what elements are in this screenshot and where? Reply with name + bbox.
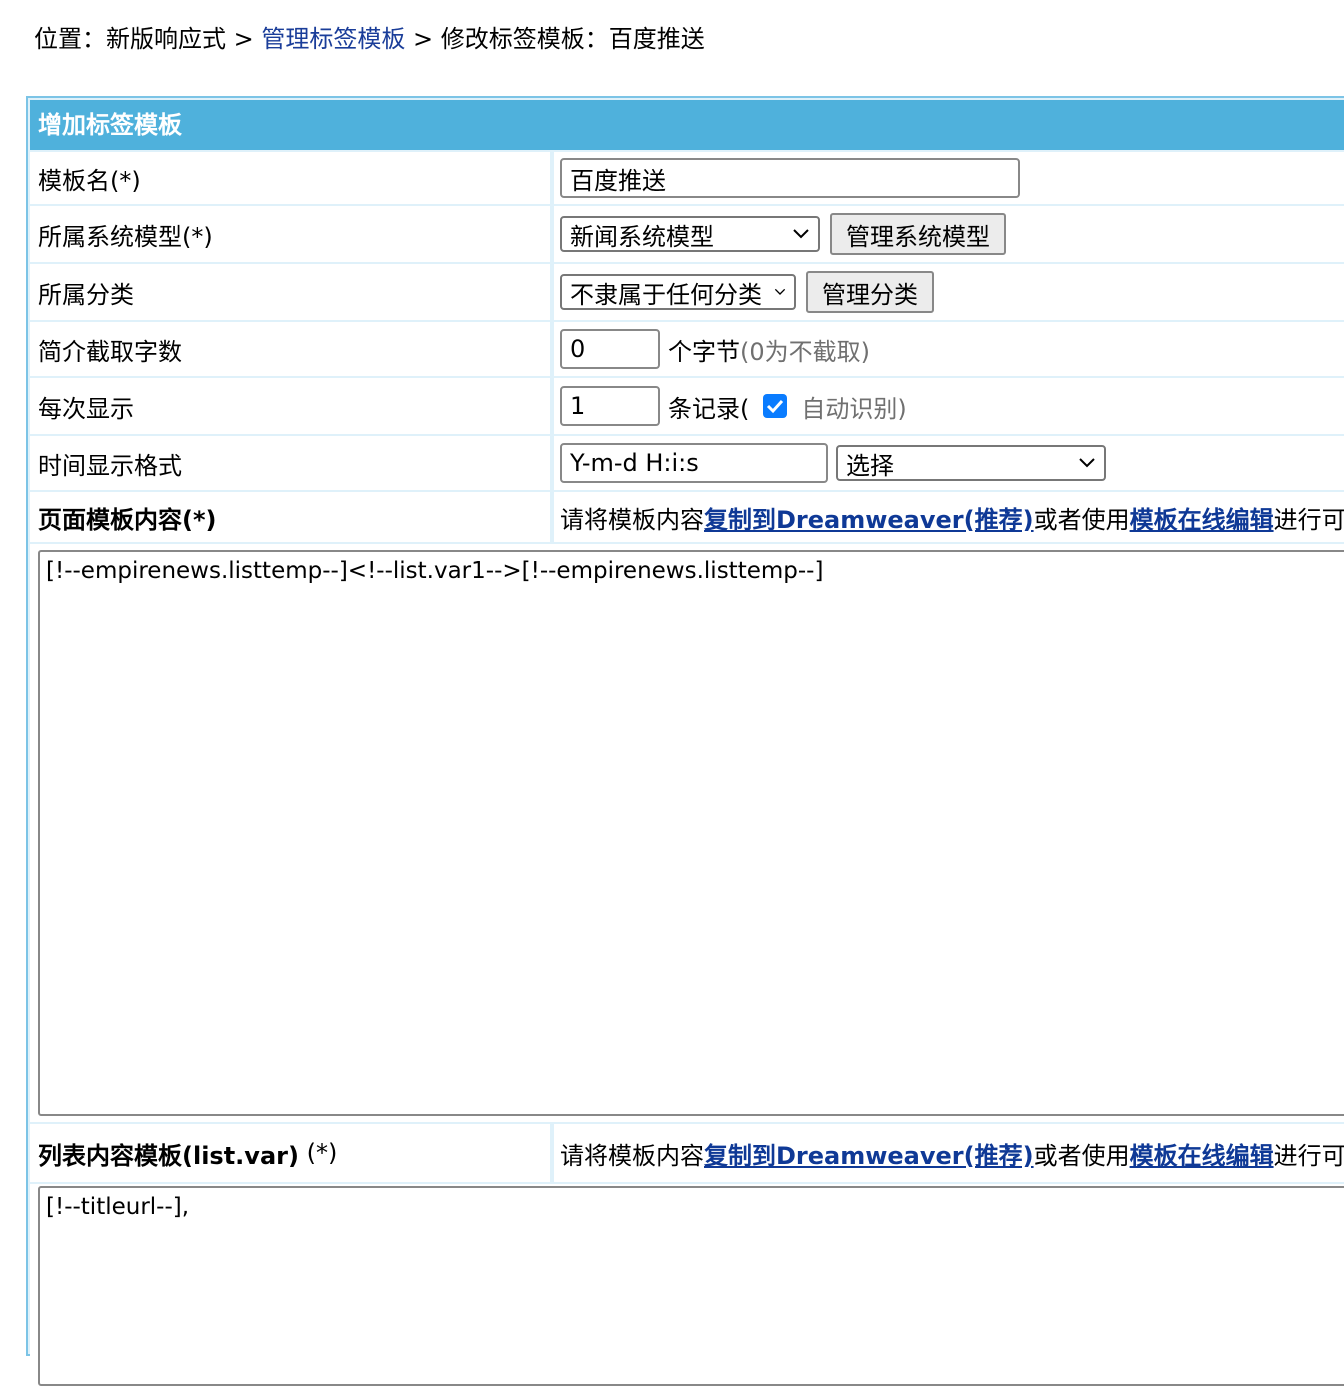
list-template-required: (*) — [298, 1139, 338, 1167]
list-template-area-row: [!--titleurl--], — [30, 1184, 1344, 1386]
row-page-template: 页面模板内容(*) 请将模板内容 复制到Dreamweaver(推荐) 或者使用 模板… — [30, 492, 1344, 542]
copy-to-dreamweaver-link[interactable]: 复制到Dreamweaver(推荐) — [704, 1136, 1034, 1171]
category-selected: 不隶属于任何分类 — [570, 280, 762, 309]
breadcrumb-separator: > — [233, 25, 254, 53]
chevron-down-icon — [793, 229, 809, 239]
row-summary-length: 简介截取字数 个字节(0为不截取) — [30, 322, 1344, 376]
hint-text: 进行可视 — [1273, 505, 1344, 534]
list-template-hint: 请将模板内容复制到Dreamweaver(推荐)或者使用模板在线编辑进行可视 — [554, 1124, 1344, 1182]
per-display-input[interactable] — [560, 386, 660, 426]
system-model-label: 所属系统模型(*) — [30, 206, 550, 262]
per-display-cell: 条记录( 自动识别) — [554, 378, 1344, 434]
category-cell: 不隶属于任何分类 管理分类 — [554, 264, 1344, 320]
row-template-name: 模板名(*) — [30, 152, 1344, 204]
template-name-cell — [554, 152, 1344, 204]
breadcrumb-current: 修改标签模板：百度推送 — [440, 25, 705, 53]
manage-system-model-button[interactable]: 管理系统模型 — [830, 213, 1006, 255]
summary-length-input[interactable] — [560, 329, 660, 369]
list-template-label: 列表内容模板(list.var) (*) — [30, 1124, 550, 1182]
hint-text: 进行可视 — [1273, 1141, 1344, 1170]
page-template-hint: 请将模板内容复制到Dreamweaver(推荐)或者使用模板在线编辑进行可视 — [554, 492, 1344, 542]
template-name-input[interactable] — [560, 158, 1020, 198]
auto-detect-checkbox[interactable] — [763, 394, 788, 418]
page-template-textarea[interactable]: [!--empirenews.listtemp--]<!--list.var1-… — [38, 550, 1344, 1116]
per-display-unit: 条记录( — [668, 394, 750, 423]
list-template-textarea[interactable]: [!--titleurl--], — [38, 1186, 1344, 1386]
summary-length-label: 简介截取字数 — [30, 322, 550, 376]
auto-detect-label: 自动识别) — [801, 394, 907, 423]
breadcrumb-link-manage-templates[interactable]: 管理标签模板 — [261, 25, 405, 53]
row-system-model: 所属系统模型(*) 新闻系统模型 管理系统模型 — [30, 206, 1344, 262]
time-format-label: 时间显示格式 — [30, 436, 550, 490]
summary-length-cell: 个字节(0为不截取) — [554, 322, 1344, 376]
time-format-select[interactable]: 选择 — [836, 445, 1106, 481]
row-per-display: 每次显示 条记录( 自动识别) — [30, 378, 1344, 434]
row-time-format: 时间显示格式 选择 — [30, 436, 1344, 490]
list-template-label-text: 列表内容模板(list.var) — [38, 1141, 299, 1170]
page-template-label: 页面模板内容(*) — [30, 492, 550, 542]
chevron-down-icon — [1079, 458, 1095, 468]
per-display-label: 每次显示 — [30, 378, 550, 434]
hint-text: 请将模板内容 — [560, 1141, 704, 1170]
breadcrumb-item: 新版响应式 — [106, 25, 226, 53]
summary-length-unit: 个字节 — [668, 337, 740, 366]
checkmark-icon — [767, 399, 784, 414]
breadcrumb-prefix: 位置： — [34, 25, 106, 53]
hint-text: 或者使用 — [1033, 1141, 1130, 1170]
hint-text: 或者使用 — [1033, 505, 1130, 534]
system-model-cell: 新闻系统模型 管理系统模型 — [554, 206, 1344, 262]
row-list-template: 列表内容模板(list.var) (*) 请将模板内容 复制到Dreamweave… — [30, 1124, 1344, 1182]
template-name-label: 模板名(*) — [30, 152, 550, 204]
online-edit-link[interactable]: 模板在线编辑 — [1130, 500, 1274, 535]
row-category: 所属分类 不隶属于任何分类 管理分类 — [30, 264, 1344, 320]
online-edit-link[interactable]: 模板在线编辑 — [1130, 1136, 1274, 1171]
manage-category-button[interactable]: 管理分类 — [806, 271, 934, 313]
system-model-selected: 新闻系统模型 — [570, 222, 714, 251]
hint-text: 请将模板内容 — [560, 505, 704, 534]
summary-length-hint: (0为不截取) — [740, 337, 870, 366]
time-format-input[interactable] — [560, 443, 828, 483]
category-label: 所属分类 — [30, 264, 550, 320]
page-template-area-row: [!--empirenews.listtemp--]<!--list.var1-… — [30, 544, 1344, 1122]
template-form-panel: 增加标签模板 模板名(*) 所属系统模型(*) 新闻系统模型 管理系统模型 所属… — [26, 96, 1344, 1386]
category-select[interactable]: 不隶属于任何分类 — [560, 274, 796, 310]
panel-title: 增加标签模板 — [30, 100, 1344, 150]
chevron-down-icon — [774, 288, 786, 295]
breadcrumb: 位置：新版响应式 > 管理标签模板 > 修改标签模板：百度推送 — [34, 20, 705, 58]
system-model-select[interactable]: 新闻系统模型 — [560, 216, 820, 252]
time-format-select-value: 选择 — [846, 451, 894, 480]
time-format-cell: 选择 — [554, 436, 1344, 490]
copy-to-dreamweaver-link[interactable]: 复制到Dreamweaver(推荐) — [704, 500, 1034, 535]
breadcrumb-separator: > — [413, 25, 434, 53]
